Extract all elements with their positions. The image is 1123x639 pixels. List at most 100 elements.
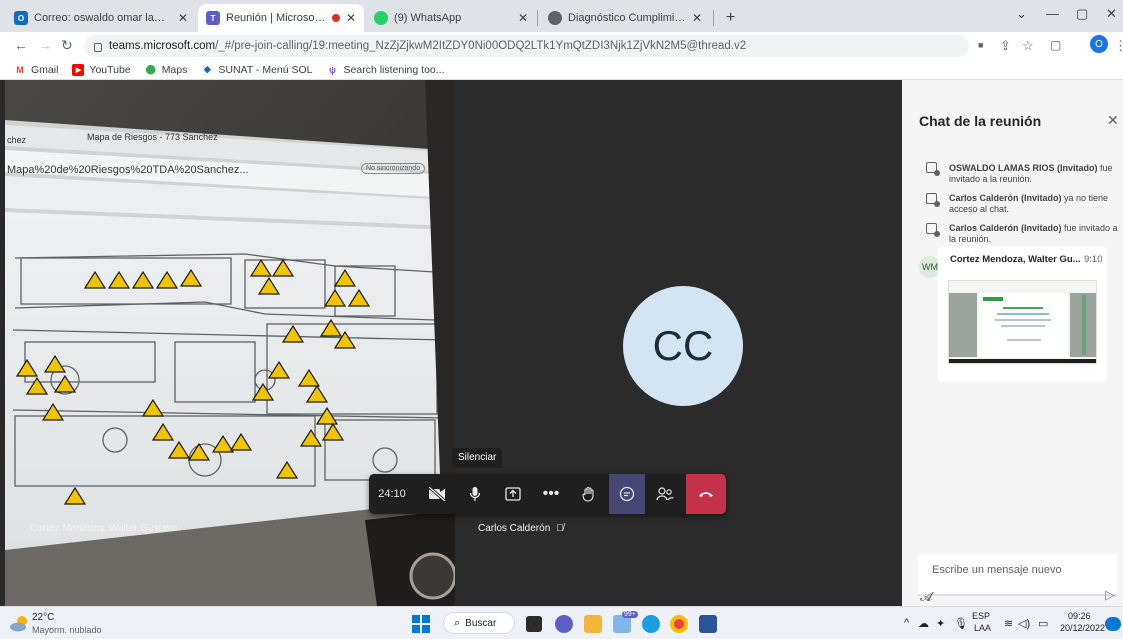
windows-start-icon[interactable] (412, 615, 430, 633)
clock-time[interactable]: 09:26 (1068, 611, 1091, 621)
battery-icon[interactable]: ▭ (1038, 617, 1048, 630)
close-chat-icon[interactable]: ✕ (1107, 112, 1119, 129)
camera-in-use-icon[interactable]: ■ (978, 40, 983, 50)
bookmark-label: Gmail (31, 63, 59, 76)
wifi-icon[interactable]: ≋ (1004, 617, 1013, 630)
teams-chat-icon[interactable] (555, 615, 573, 633)
microphone-tray-icon[interactable]: 🎙 (954, 617, 968, 630)
compose-box[interactable]: Escribe un mensaje nuevo (918, 554, 1117, 596)
outlook-icon: O (14, 11, 28, 25)
close-tab-icon[interactable]: ✕ (346, 11, 356, 25)
search-icon: ⌕ (454, 616, 461, 629)
tab-outlook[interactable]: O Correo: oswaldo omar lamas rios ✕ (6, 4, 196, 32)
leave-call-button[interactable] (686, 474, 726, 514)
edge-icon[interactable] (642, 615, 660, 633)
system-message: Carlos Calderón (Invitado) fue invitado … (949, 223, 1121, 245)
shared-tab-title: Mapa de Riesgos - 773 Sanchez (87, 132, 218, 142)
chat-title: Chat de la reunión (919, 113, 1042, 129)
show-hidden-icons-icon[interactable]: ^ (904, 617, 909, 629)
tab-separator (537, 10, 538, 26)
system-message: Carlos Calderón (Invitado) ya no tiene a… (949, 193, 1121, 215)
cloud-sync-icon[interactable]: ☁ (918, 617, 929, 630)
word-icon[interactable] (699, 615, 717, 633)
close-tab-icon[interactable]: ✕ (178, 11, 188, 25)
weather-cloud-icon[interactable] (8, 613, 30, 633)
profile-avatar[interactable]: O (1090, 35, 1108, 53)
bookmark-youtube[interactable]: ▶ YouTube (72, 63, 131, 76)
share-icon[interactable]: ⇪ (1000, 38, 1011, 54)
back-icon[interactable]: ← (14, 37, 28, 53)
message-image-thumbnail[interactable] (948, 280, 1097, 364)
guest-invited-icon (926, 223, 940, 237)
tab-label: Correo: oswaldo omar lamas rios (34, 12, 172, 24)
weather-desc: Mayorm. nublado (32, 625, 102, 635)
chat-icon (619, 486, 635, 502)
participant-avatar: CC (623, 286, 743, 406)
chat-button[interactable] (609, 474, 645, 514)
forward-icon[interactable]: → (38, 37, 52, 53)
bookmark-label: Search listening too... (343, 63, 445, 76)
file-explorer-icon[interactable] (584, 615, 602, 633)
participant-name-right: Carlos Calderón 🎙̸ (478, 523, 564, 534)
tab-teams[interactable]: T Reunión | Microsoft Teams ✕ (198, 4, 364, 32)
maximize-icon[interactable]: ▢ (1076, 6, 1088, 22)
camera-off-icon (428, 487, 446, 501)
camera-off-button[interactable] (419, 474, 455, 514)
maps-pin-icon: ⬤ (145, 64, 156, 74)
system-message-bold: Carlos Calderón (Invitado) (949, 193, 1062, 203)
language-top[interactable]: ESP (972, 611, 990, 621)
send-icon[interactable]: ▷ (1105, 587, 1115, 603)
new-tab-button[interactable]: + (718, 4, 742, 32)
teams-tray-icon[interactable]: ✦ (936, 617, 945, 630)
tab-search-icon[interactable]: ⌄ (1016, 6, 1027, 22)
close-window-icon[interactable]: ✕ (1106, 6, 1117, 22)
bookmark-search-listening[interactable]: ψ Search listening too... (327, 63, 445, 76)
reload-icon[interactable]: ↻ (61, 37, 73, 54)
call-timer: 24:10 (378, 488, 406, 500)
notification-badge: 99+ (622, 611, 638, 618)
chat-message-card[interactable]: Cortez Mendoza, Walter Gu... 9:10 (938, 246, 1107, 382)
close-tab-icon[interactable]: ✕ (692, 11, 702, 25)
mute-tooltip: Silenciar (452, 448, 503, 468)
minimize-icon[interactable]: — (1046, 6, 1059, 21)
chrome-icon[interactable] (670, 615, 688, 633)
taskbar-search[interactable]: ⌕ Buscar (443, 612, 515, 634)
message-time: 9:10 (1084, 254, 1103, 265)
participants-icon (656, 487, 674, 501)
raise-hand-icon (582, 486, 594, 502)
menu-icon[interactable]: ⋮ (1114, 38, 1123, 54)
participant-name-right-text: Carlos Calderón (478, 523, 551, 534)
tab-whatsapp[interactable]: (9) WhatsApp ✕ (366, 4, 536, 32)
teams-icon: T (206, 11, 220, 25)
more-options-button[interactable]: ••• (533, 474, 569, 514)
address-bar[interactable]: teams.microsoft.com/_#/pre-join-calling/… (84, 35, 969, 57)
raise-hand-button[interactable] (571, 474, 607, 514)
participants-button[interactable] (647, 474, 683, 514)
bookmark-label: YouTube (89, 63, 131, 76)
format-icon[interactable]: 𝓐 (920, 589, 933, 605)
tab-diagnostico[interactable]: Diagnóstico Cumplimiento Ley 2 ✕ (540, 4, 710, 32)
share-screen-button[interactable] (495, 474, 531, 514)
weather-temp: 22°C (32, 612, 55, 623)
bookmark-label: SUNAT - Menú SOL (218, 63, 313, 76)
language-bottom: LAA (974, 623, 992, 633)
browser-toolbar: ← → ↻ teams.microsoft.com/_#/pre-join-ca… (0, 32, 1123, 60)
youtube-icon: ▶ (72, 63, 85, 76)
share-screen-icon (505, 487, 521, 501)
bookmark-star-icon[interactable]: ☆ (1022, 38, 1034, 54)
task-view-icon[interactable] (526, 616, 542, 632)
bookmark-gmail[interactable]: M Gmail (14, 64, 58, 76)
call-controls: 24:10 ••• (369, 474, 726, 514)
gmail-icon: M (16, 64, 24, 75)
tab-label: Reunión | Microsoft Teams (226, 12, 326, 24)
volume-icon[interactable]: ◁) (1018, 617, 1030, 630)
notifications-icon[interactable] (1105, 617, 1121, 631)
system-message-bold: OSWALDO LAMAS RIOS (Invitado) (949, 163, 1098, 173)
side-panel-icon[interactable]: ▢ (1050, 38, 1061, 52)
bookmark-sunat[interactable]: ◆ SUNAT - Menú SOL (201, 63, 313, 76)
bookmark-maps[interactable]: ⬤ Maps (145, 64, 188, 76)
close-tab-icon[interactable]: ✕ (518, 11, 528, 25)
mic-button[interactable] (457, 474, 493, 514)
search-label: Buscar (465, 617, 497, 629)
system-message: OSWALDO LAMAS RIOS (Invitado) fue invita… (949, 163, 1121, 185)
